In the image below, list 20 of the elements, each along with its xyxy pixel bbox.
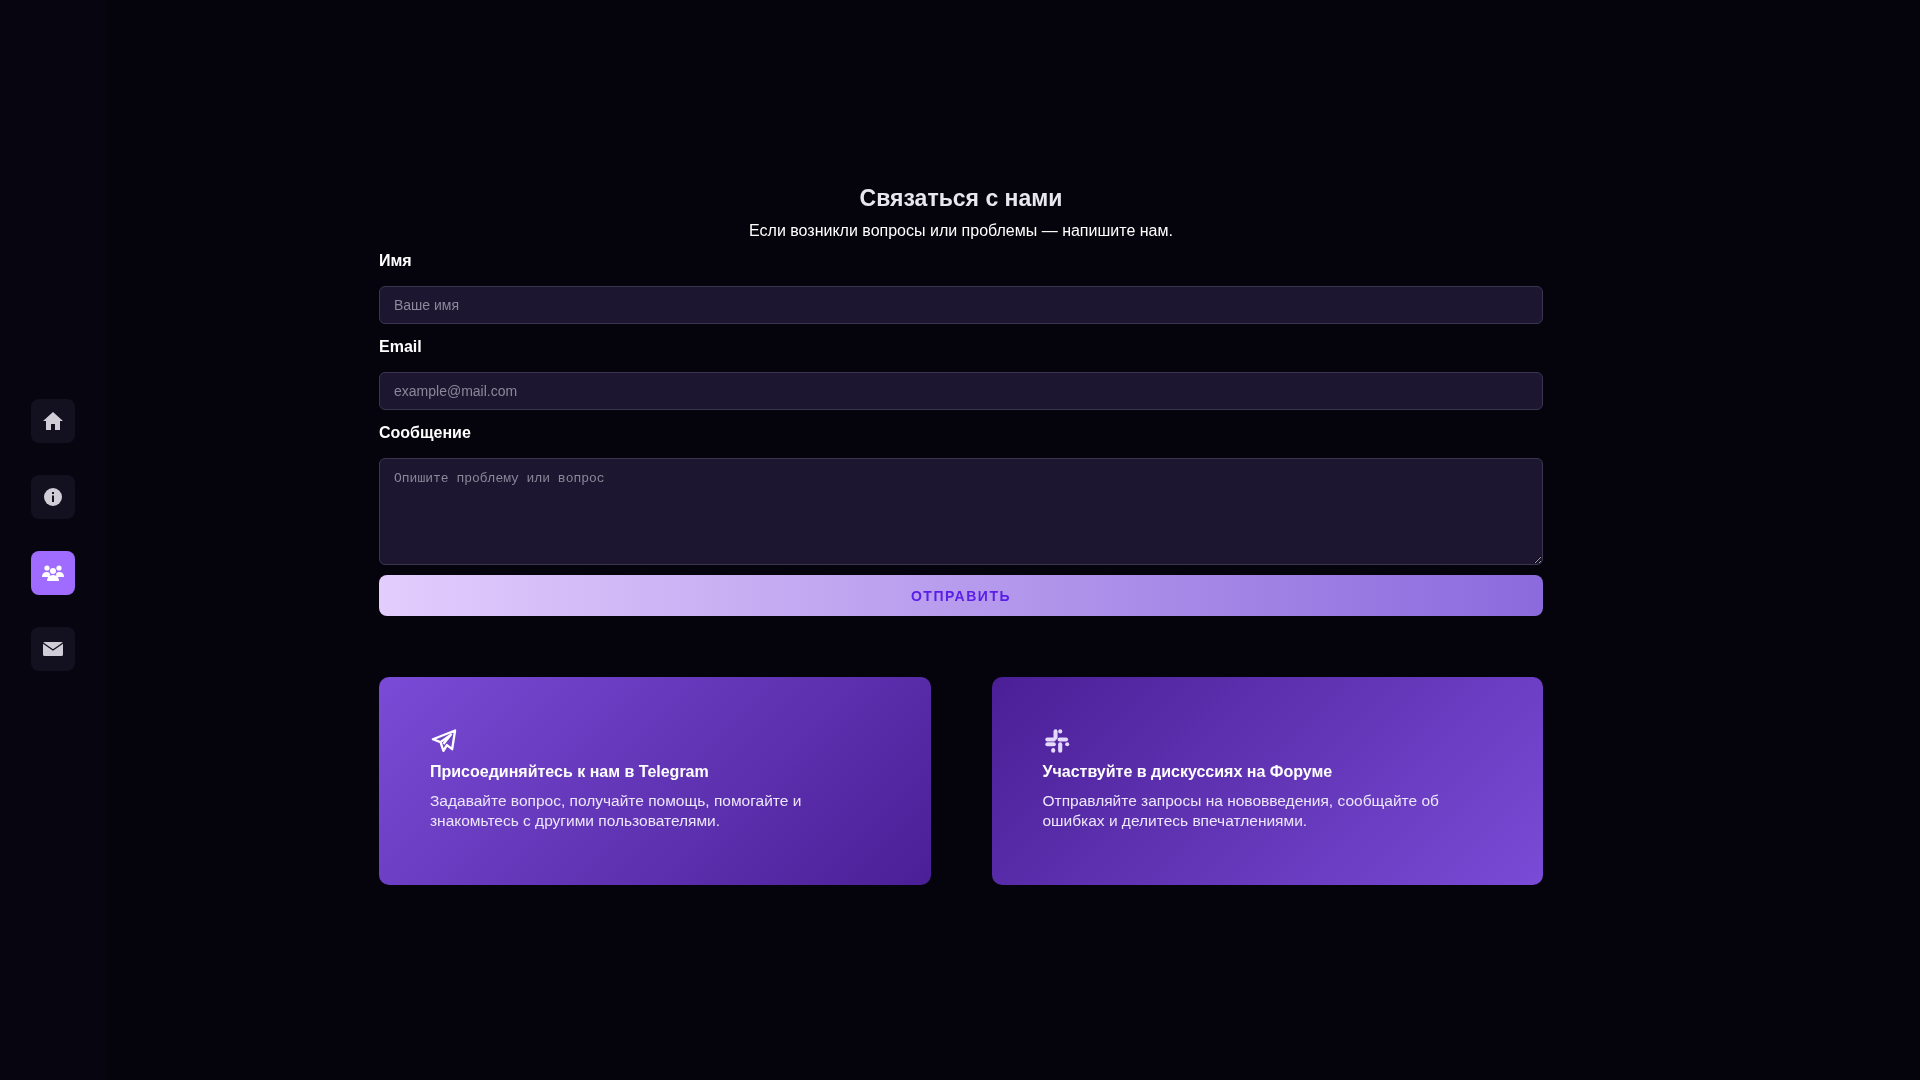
field-label: Имя: [379, 252, 412, 270]
link-card[interactable]: Участвуйте в дискуссиях на Форуме Отправляйте запросы на нововведения, сообщайте об ошибках и делитесь впечатлениями.: [991, 677, 1543, 885]
card-title: Участвуйте в дискуссиях на Форуме: [1042, 763, 1334, 781]
link-card[interactable]: Присоединяйтесь к нам в Telegram Задавайте вопрос, получайте помощь, помогайте и знакомьтесь с другими пользователями.: [379, 677, 931, 885]
card-text: Отправляйте запросы на нововведения, сообщайте об ошибках и делитесь впечатлениями.: [1042, 791, 1440, 831]
page-subtitle: Если возникли вопросы или проблемы — напишите нам.: [749, 222, 1173, 240]
sidebar-button[interactable]: [30, 627, 75, 671]
page-title: Связаться с нами: [859, 184, 1063, 212]
paper-plane-icon: [430, 727, 458, 755]
input-field[interactable]: Ваше имя: [379, 286, 1543, 324]
input-field[interactable]: example@mail.com: [379, 372, 1543, 410]
field-label: Сообщение: [379, 424, 471, 442]
hash-grid-icon: [1042, 727, 1071, 755]
field-label: Email: [379, 338, 422, 356]
sidebar-button[interactable]: [30, 551, 75, 595]
card-text: Задавайте вопрос, получайте помощь, помогайте и знакомьтесь с другими пользователями.: [430, 791, 803, 831]
sidebar-button[interactable]: [30, 475, 75, 519]
card-title: Присоединяйтесь к нам в Telegram: [430, 763, 710, 781]
message-field[interactable]: Опишите проблему или вопрос: [379, 458, 1543, 565]
sidebar-button[interactable]: [30, 399, 75, 443]
